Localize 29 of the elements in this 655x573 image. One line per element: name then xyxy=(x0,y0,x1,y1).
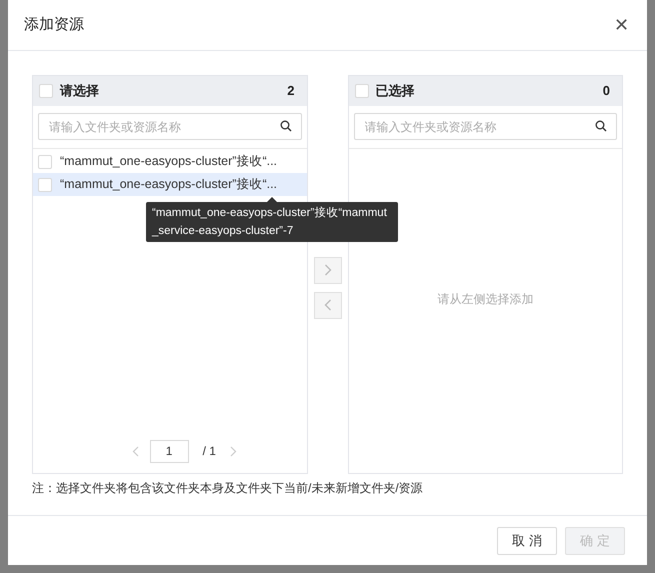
search-icon xyxy=(595,120,607,132)
move-right-button[interactable] xyxy=(314,256,342,284)
checkbox[interactable] xyxy=(354,84,368,98)
item-count: 0 xyxy=(602,82,611,100)
close-button[interactable]: ✕ xyxy=(614,16,629,34)
dialog-title: 添加资源 xyxy=(24,14,84,35)
dialog-button[interactable]: 取 消 xyxy=(497,526,557,554)
item-label: “mammut_one-easyops-cluster”接收“... xyxy=(60,153,278,170)
empty-message: 请从左侧选择添加 xyxy=(437,291,534,308)
search-field[interactable]: 请输入文件夹或资源名称 xyxy=(38,113,302,140)
item-label: “mammut_one-easyops-cluster”接收“... xyxy=(60,176,278,194)
checkbox[interactable] xyxy=(39,84,53,98)
search-field[interactable]: 请输入文件夹或资源名称 xyxy=(354,113,617,140)
move-left-button[interactable] xyxy=(314,292,342,318)
checkbox[interactable] xyxy=(38,178,52,192)
chevron-right-icon xyxy=(324,264,332,276)
page-total: / 1 xyxy=(202,443,217,460)
next-page-button[interactable] xyxy=(230,445,238,457)
prev-page-button[interactable] xyxy=(132,445,140,457)
page-input[interactable]: 1 xyxy=(150,440,189,462)
note-text: 注：选择文件夹将包含该文件夹本身及文件夹下当前/未来新增文件夹/资源 xyxy=(32,480,424,497)
chevron-left-icon xyxy=(324,299,332,311)
checkbox[interactable] xyxy=(38,154,52,168)
search-icon xyxy=(280,120,292,132)
list-item[interactable]: “mammut_one-easyops-cluster”接收“... xyxy=(33,173,306,196)
panel-title: 已选择 xyxy=(376,82,416,100)
panel-title: 请选择 xyxy=(60,82,100,100)
item-count: 2 xyxy=(287,82,296,100)
tooltip: “mammut_one-easyops-cluster”接收“mammut_service-easyops-cluster”-7 xyxy=(146,202,398,242)
